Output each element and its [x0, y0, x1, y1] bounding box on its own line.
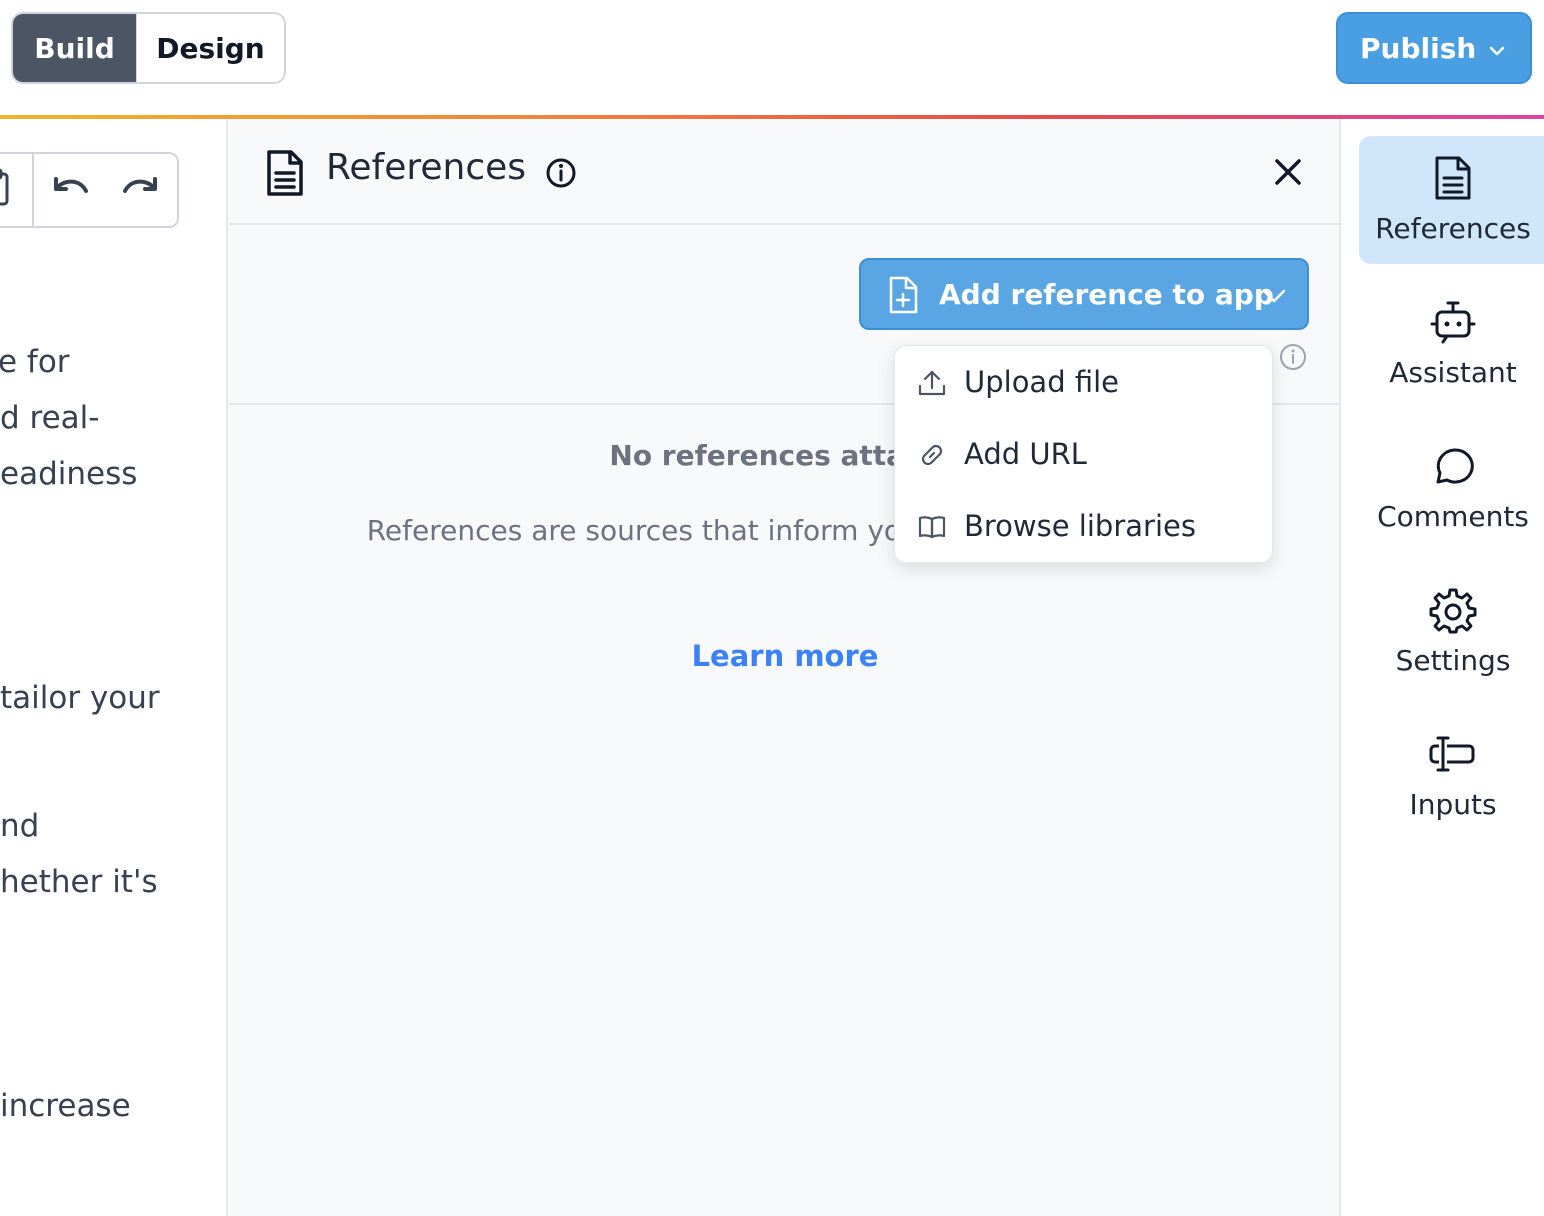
info-icon[interactable] [545, 157, 577, 193]
menu-item-upload-file[interactable]: Upload file [895, 347, 1272, 419]
references-panel: References Add reference to app No refer… [229, 119, 1341, 1216]
chevron-down-icon [1261, 282, 1287, 315]
add-reference-label: Add reference to app [939, 278, 1274, 311]
rail-item-comments[interactable]: Comments [1359, 424, 1544, 552]
editor-text-fragment: increase [0, 1088, 131, 1124]
book-icon [917, 512, 947, 546]
history-toolbar [0, 152, 179, 228]
close-icon[interactable] [1273, 157, 1303, 191]
editor-text-fragment: e for [0, 344, 70, 380]
rail-item-inputs[interactable]: Inputs [1359, 712, 1544, 840]
editor-text-fragment: eadiness [0, 456, 138, 492]
document-icon [263, 149, 307, 201]
link-icon [917, 440, 947, 474]
menu-item-browse-libraries[interactable]: Browse libraries [895, 491, 1272, 563]
menu-item-label: Add URL [964, 437, 1087, 471]
rail-item-settings[interactable]: Settings [1359, 568, 1544, 696]
add-reference-button[interactable]: Add reference to app [859, 258, 1309, 330]
menu-item-add-url[interactable]: Add URL [895, 419, 1272, 491]
publish-button[interactable]: Publish [1336, 12, 1532, 84]
rail-item-references[interactable]: References [1359, 136, 1544, 264]
right-rail: References Assistant Comments Settings I… [1342, 119, 1544, 1216]
rail-item-label: Comments [1377, 500, 1529, 533]
redo-button[interactable] [105, 154, 177, 226]
publish-label: Publish [1360, 31, 1477, 65]
info-icon[interactable] [1279, 343, 1307, 375]
rail-item-label: References [1375, 212, 1531, 245]
redo-icon [119, 173, 163, 207]
rail-item-assistant[interactable]: Assistant [1359, 280, 1544, 408]
gear-icon [1429, 586, 1477, 638]
rail-item-label: Inputs [1409, 788, 1497, 821]
file-plus-icon [887, 276, 919, 321]
rail-item-label: Assistant [1389, 356, 1517, 389]
editor-text-fragment: nd [0, 808, 40, 844]
menu-item-label: Browse libraries [964, 509, 1196, 543]
learn-more-link[interactable]: Learn more [229, 639, 1341, 673]
mode-toggle: Build Design [11, 12, 286, 84]
top-bar: Build Design Publish [0, 0, 1544, 116]
editor-text-fragment: tailor your [0, 680, 160, 716]
undo-button[interactable] [34, 154, 106, 226]
robot-icon [1429, 298, 1477, 350]
undo-icon [48, 173, 92, 207]
clipboard-button[interactable] [0, 154, 34, 226]
menu-item-label: Upload file [964, 365, 1119, 399]
design-tab[interactable]: Design [136, 14, 284, 82]
editor-text-fragment: hether it's [0, 864, 158, 900]
panel-title: References [326, 147, 527, 188]
chevron-down-icon [1486, 36, 1508, 69]
build-tab[interactable]: Build [13, 14, 136, 82]
document-icon [1429, 154, 1477, 206]
panel-header: References [229, 119, 1339, 225]
upload-icon [917, 368, 947, 402]
add-reference-menu: Upload file Add URL Browse libraries [894, 345, 1273, 563]
clipboard-icon [0, 168, 12, 212]
text-cursor-input-icon [1429, 730, 1477, 782]
rail-item-label: Settings [1395, 644, 1511, 677]
editor-column: e for d real- eadiness tailor your nd he… [0, 119, 228, 1216]
editor-text-fragment: d real- [0, 400, 100, 436]
chat-bubble-icon [1429, 442, 1477, 494]
